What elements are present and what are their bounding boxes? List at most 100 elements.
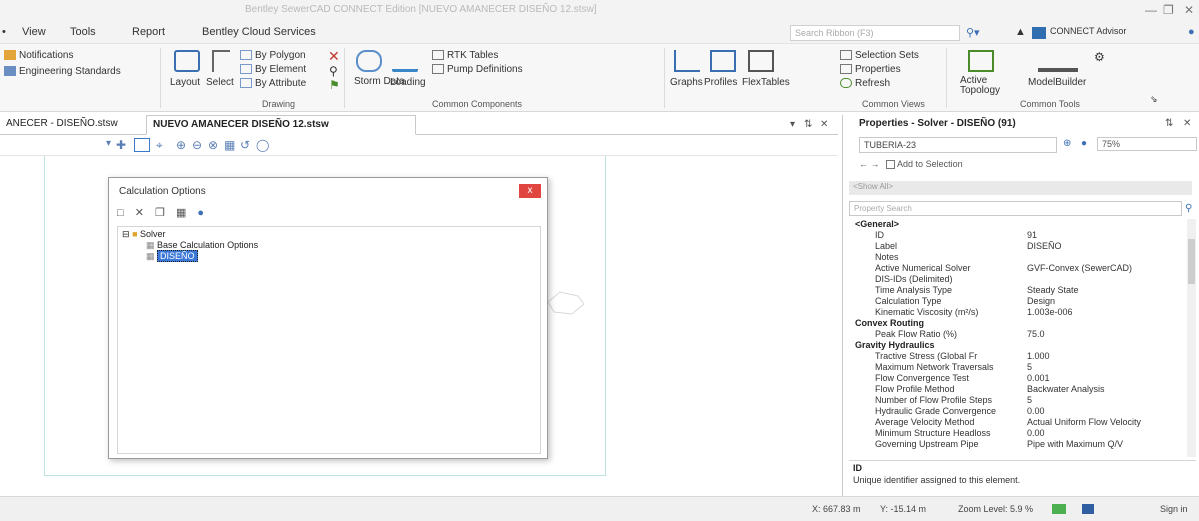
selection-sets-button[interactable]: Selection Sets <box>840 50 919 61</box>
search-icon[interactable]: ⚲ <box>1185 203 1192 214</box>
delete-icon[interactable]: ✕ <box>328 48 340 65</box>
element-selector[interactable]: TUBERIA-23 <box>859 137 1057 153</box>
tab-dropdown-icon[interactable]: ▾ <box>790 119 795 130</box>
modelbuilder-button[interactable]: ModelBuilder <box>1028 77 1086 88</box>
menu-report[interactable]: Report <box>132 26 165 38</box>
engineering-standards-button[interactable]: Engineering Standards <box>4 66 121 77</box>
pan-icon[interactable]: ✚ <box>116 138 126 152</box>
property-value[interactable]: Design <box>1027 296 1055 306</box>
active-topology-icon[interactable] <box>968 50 994 72</box>
profile-icon[interactable] <box>710 50 736 72</box>
connect-advisor-link[interactable]: CONNECT Advisor <box>1050 26 1126 36</box>
by-attribute-button[interactable]: By Attribute <box>240 78 306 89</box>
property-search-input[interactable]: Property Search <box>849 201 1182 216</box>
find-icon[interactable]: ⚲ <box>329 64 338 78</box>
delete-icon[interactable]: ✕ <box>135 207 144 219</box>
search-icon[interactable]: ⚲▾ <box>966 26 980 39</box>
profiles-button[interactable]: Profiles <box>704 77 737 88</box>
help-icon[interactable]: ● <box>197 207 204 219</box>
property-row[interactable]: Average Velocity Method Actual Uniform Fl… <box>849 417 1187 428</box>
by-polygon-button[interactable]: By Polygon <box>240 50 306 61</box>
property-value[interactable]: 91 <box>1027 230 1037 240</box>
property-value[interactable]: DISEÑO <box>1027 241 1062 251</box>
property-row[interactable]: Number of Flow Profile Steps 5 <box>849 395 1187 406</box>
by-element-button[interactable]: By Element <box>240 64 306 75</box>
properties-button[interactable]: Properties <box>840 64 901 75</box>
property-value[interactable]: 0.00 <box>1027 428 1045 438</box>
panel-pin-icon[interactable]: ⇅ <box>1165 118 1173 129</box>
dialog-close-button[interactable]: x <box>519 184 541 198</box>
find-element-icon[interactable]: ◯ <box>256 138 269 152</box>
property-row[interactable]: Active Numerical Solver GVF-Convex (Sewer… <box>849 263 1187 274</box>
select-tool-icon[interactable] <box>134 138 150 152</box>
zoom-next-icon[interactable]: ↺ <box>240 138 250 152</box>
property-value[interactable]: 5 <box>1027 362 1032 372</box>
layout-button[interactable]: Layout <box>170 77 200 88</box>
help-icon[interactable]: ● <box>1188 26 1195 38</box>
sign-in-link[interactable]: Sign in <box>1160 504 1188 514</box>
panel-close-icon[interactable]: ✕ <box>1183 118 1191 129</box>
rename-icon[interactable]: ▦ <box>176 207 186 219</box>
menu-tools[interactable]: Tools <box>70 26 96 38</box>
zoom-extents-icon[interactable]: ⌖ <box>156 138 163 153</box>
zoom-out-icon[interactable]: ⊖ <box>192 138 202 152</box>
active-topology-button[interactable]: Active Topology <box>960 76 1000 96</box>
tree-node-edit-label[interactable]: DISEÑO <box>157 250 198 262</box>
property-filter-select[interactable]: <Show All> <box>849 181 1192 195</box>
minimize-icon[interactable]: — <box>1145 3 1157 17</box>
pump-definitions-button[interactable]: Pump Definitions <box>432 64 523 75</box>
property-category[interactable]: Convex Routing <box>849 318 1187 329</box>
property-row[interactable]: Hydraulic Grade Convergence 0.00 <box>849 406 1187 417</box>
notifications-button[interactable]: Notifications <box>4 50 73 61</box>
modelbuilder-icon[interactable] <box>1038 50 1078 72</box>
tab-active-document[interactable]: NUEVO AMANECER DISEÑO 12.stsw <box>146 115 416 135</box>
property-row[interactable]: Tractive Stress (Global Fr 1.000 <box>849 351 1187 362</box>
ribbon-search-input[interactable]: Search Ribbon (F3) <box>790 25 960 41</box>
property-value[interactable]: 5 <box>1027 395 1032 405</box>
zoom-combo[interactable]: 75% <box>1097 137 1197 151</box>
property-value[interactable]: 0.00 <box>1027 406 1045 416</box>
zoom-previous-icon[interactable]: ▦ <box>224 138 235 152</box>
loading-button[interactable]: Loading <box>390 77 426 88</box>
tree-node-diseno[interactable]: ▦ DISEÑO <box>146 250 198 262</box>
zoom-to-icon[interactable]: ⊕ <box>1063 138 1071 149</box>
new-icon[interactable]: □ <box>117 207 124 219</box>
menu-file-partial[interactable]: • <box>2 26 6 38</box>
tree-node-solver[interactable]: ⊟ ■ Solver <box>122 229 166 240</box>
graphs-button[interactable]: Graphs <box>670 77 703 88</box>
property-value[interactable]: 1.000 <box>1027 351 1050 361</box>
property-row[interactable]: Flow Convergence Test 0.001 <box>849 373 1187 384</box>
property-value[interactable]: Steady State <box>1027 285 1079 295</box>
tab-pin-icon[interactable]: ⇅ <box>804 119 812 130</box>
property-category[interactable]: <General> <box>849 219 1187 230</box>
graph-icon[interactable] <box>674 50 700 72</box>
tab-inactive-document[interactable]: ANECER - DISEÑO.stsw <box>0 115 124 135</box>
status-indicator-icon[interactable] <box>1052 504 1066 514</box>
zoom-window-icon[interactable]: ⊗ <box>208 138 218 152</box>
nav-back-icon[interactable]: ← <box>859 159 868 169</box>
collapse-icon[interactable]: ⊟ <box>122 229 130 239</box>
property-row[interactable]: Governing Upstream Pipe Pipe with Maximum… <box>849 439 1187 450</box>
help-icon[interactable]: ● <box>1081 138 1087 149</box>
save-icon[interactable] <box>1082 504 1094 514</box>
property-row[interactable]: Peak Flow Ratio (%) 75.0 <box>849 329 1187 340</box>
property-row[interactable]: DIS-IDs (Delimited) <box>849 274 1187 285</box>
layout-icon[interactable] <box>174 50 200 72</box>
property-row[interactable]: Notes <box>849 252 1187 263</box>
zoom-in-icon[interactable]: ⊕ <box>176 138 186 152</box>
dropdown-icon[interactable]: ▾ <box>106 138 111 149</box>
tab-close-icon[interactable]: ✕ <box>820 119 828 130</box>
property-value[interactable]: 1.003e-006 <box>1027 307 1073 317</box>
collapse-ribbon-icon[interactable]: ▲ <box>1015 26 1026 38</box>
property-row[interactable]: Kinematic Viscosity (m²/s) 1.003e-006 <box>849 307 1187 318</box>
duplicate-icon[interactable]: ❐ <box>155 207 165 219</box>
property-row[interactable]: Maximum Network Traversals 5 <box>849 362 1187 373</box>
close-icon[interactable]: ✕ <box>1184 3 1194 17</box>
property-row[interactable]: Label DISEÑO <box>849 241 1187 252</box>
ribbon-pin-icon[interactable]: ⇘ <box>1150 94 1158 105</box>
property-grid-scrollbar[interactable] <box>1187 219 1196 457</box>
property-value[interactable]: 0.001 <box>1027 373 1050 383</box>
select-arrow-icon[interactable] <box>212 50 230 72</box>
property-row[interactable]: Time Analysis Type Steady State <box>849 285 1187 296</box>
property-row[interactable]: Flow Profile Method Backwater Analysis <box>849 384 1187 395</box>
